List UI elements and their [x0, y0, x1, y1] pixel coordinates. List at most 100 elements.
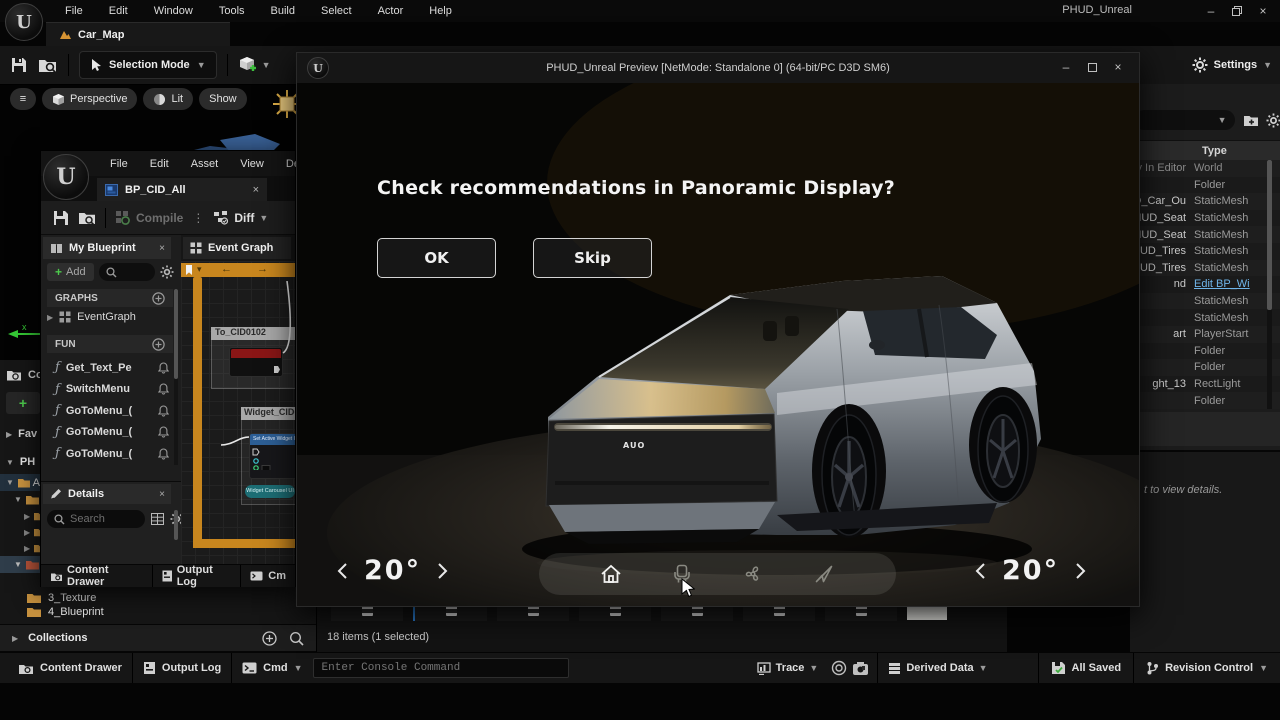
- menu-edit[interactable]: Edit: [96, 5, 141, 17]
- bp-content-drawer-button[interactable]: Content Drawer: [41, 565, 152, 587]
- fan-icon[interactable]: [742, 563, 764, 585]
- preview-minimize-icon[interactable]: –: [1053, 58, 1079, 76]
- outliner-row-edit-link[interactable]: ndEdit BP_Wi: [1130, 276, 1280, 293]
- property-matrix-icon[interactable]: [151, 513, 164, 525]
- ok-button[interactable]: OK: [377, 238, 496, 278]
- save-icon[interactable]: [10, 56, 28, 74]
- menu-build[interactable]: Build: [258, 5, 308, 17]
- panel-close-icon[interactable]: ×: [159, 243, 165, 254]
- function-item[interactable]: ƒ SwitchMenu: [47, 379, 173, 401]
- outliner-row[interactable]: UD_Car_OuStaticMesh: [1130, 193, 1280, 210]
- derived-data-dropdown[interactable]: Derived Data ▼: [878, 662, 997, 675]
- folder-item-blueprint[interactable]: 4_Blueprint: [26, 606, 104, 618]
- diff-dropdown[interactable]: Diff ▼: [213, 210, 268, 225]
- screenshot-icon[interactable]: [852, 661, 869, 676]
- bp-menu-edit[interactable]: Edit: [139, 158, 180, 170]
- add-content-button[interactable]: +: [6, 392, 40, 414]
- folder-item-texture[interactable]: 3_Texture: [26, 592, 96, 604]
- menu-help[interactable]: Help: [416, 5, 465, 17]
- bp-browse-icon[interactable]: [78, 210, 96, 226]
- outliner-row[interactable]: Folder: [1130, 343, 1280, 360]
- revision-control-dropdown[interactable]: Revision Control ▼: [1134, 661, 1280, 675]
- outliner-row[interactable]: HUD_Tires_StaticMesh: [1130, 243, 1280, 260]
- menu-select[interactable]: Select: [308, 5, 365, 17]
- edit-bp-link[interactable]: Edit BP_Wi: [1194, 278, 1250, 290]
- unreal-logo-icon[interactable]: U: [5, 3, 43, 41]
- compile-button[interactable]: Compile: [115, 210, 183, 225]
- outliner-row[interactable]: ght_13RectLight: [1130, 376, 1280, 393]
- bp-output-log-button[interactable]: Output Log: [153, 565, 241, 587]
- cmd-dropdown[interactable]: Cmd ▼: [232, 653, 312, 683]
- tree-folder-row[interactable]: ▼ A: [0, 474, 40, 491]
- add-graph-icon[interactable]: [152, 292, 165, 305]
- preview-viewport[interactable]: AUO Check recommendations in Panoramic D…: [297, 83, 1139, 606]
- outliner-row[interactable]: artPlayerStart: [1130, 326, 1280, 343]
- outliner-scrollbar[interactable]: [1267, 160, 1272, 409]
- show-dropdown[interactable]: Show: [199, 88, 247, 110]
- collections-bar[interactable]: ▶ Collections: [0, 624, 316, 652]
- create-folder-icon[interactable]: [1243, 113, 1259, 127]
- graph-node-set-widget[interactable]: Set Active Widget In: [249, 433, 295, 479]
- tree-folder-row[interactable]: ▶: [0, 524, 40, 540]
- function-item[interactable]: ƒ GoToMenu_(: [47, 400, 173, 422]
- outliner-search-input[interactable]: ▼: [1134, 110, 1235, 130]
- tree-folder-row[interactable]: ▶: [0, 540, 40, 556]
- function-item[interactable]: ƒ GoToMenu_(: [47, 422, 173, 444]
- favorites-item[interactable]: ▶ Fav: [6, 428, 37, 440]
- close-icon[interactable]: ×: [1250, 2, 1276, 20]
- add-collection-icon[interactable]: [262, 631, 277, 646]
- outliner-settings-gear-icon[interactable]: [1266, 113, 1280, 128]
- graph-node-red[interactable]: [229, 347, 283, 377]
- expand-icon[interactable]: ▶: [47, 313, 53, 322]
- temp-down-icon[interactable]: [975, 562, 986, 580]
- function-item[interactable]: ƒ GoToMenu_(: [47, 443, 173, 465]
- outliner-row[interactable]: Folder: [1130, 392, 1280, 409]
- viewport-menu-icon[interactable]: ≡: [10, 88, 36, 110]
- bp-search-input[interactable]: [99, 263, 155, 281]
- preview-title-bar[interactable]: U PHUD_Unreal Preview [NetMode: Standalo…: [297, 53, 1139, 84]
- graph-node-carousel[interactable]: Widget Carousel UI: [245, 485, 295, 498]
- add-function-icon[interactable]: [152, 338, 165, 351]
- outliner-row[interactable]: HUD_Tires_StaticMesh: [1130, 260, 1280, 277]
- bp-add-button[interactable]: + Add: [47, 263, 94, 281]
- skip-button[interactable]: Skip: [533, 238, 652, 278]
- bookmark-icon[interactable]: [185, 265, 193, 275]
- trace-dropdown[interactable]: Trace ▼: [749, 662, 827, 675]
- bp-asset-tab[interactable]: BP_CID_All ×: [97, 178, 267, 201]
- my-blueprint-tab[interactable]: My Blueprint ×: [43, 237, 171, 259]
- browse-content-icon[interactable]: [38, 56, 58, 74]
- home-icon[interactable]: [600, 563, 622, 585]
- outliner-row[interactable]: HUD_Seat_StaticMesh: [1130, 226, 1280, 243]
- tree-folder-row-selected[interactable]: ▼: [0, 556, 40, 573]
- bp-menu-asset[interactable]: Asset: [180, 158, 230, 170]
- menu-window[interactable]: Window: [141, 5, 206, 17]
- menu-file[interactable]: File: [52, 5, 96, 17]
- graphs-section-header[interactable]: GRAPHS: [47, 289, 173, 307]
- outliner-row[interactable]: StaticMesh: [1130, 293, 1280, 310]
- nav-forward-icon[interactable]: →: [257, 263, 268, 275]
- minimize-icon[interactable]: –: [1198, 2, 1224, 20]
- outliner-row[interactable]: Folder: [1130, 177, 1280, 194]
- tab-close-icon[interactable]: ×: [253, 184, 259, 196]
- details-search-input[interactable]: Search: [47, 510, 145, 528]
- temp-up-icon[interactable]: [1075, 562, 1086, 580]
- tree-folder-row[interactable]: ▶: [0, 508, 40, 524]
- bp-menu-view[interactable]: View: [229, 158, 275, 170]
- event-graph-tab[interactable]: Event Graph: [183, 237, 291, 259]
- temp-down-icon[interactable]: [337, 562, 348, 580]
- selection-mode-dropdown[interactable]: Selection Mode ▼: [79, 51, 217, 79]
- event-graph-canvas[interactable]: ▾ ← → To_CID0102 Widget_CID+M Set: [181, 261, 295, 564]
- chevron-down-icon[interactable]: ▾: [197, 264, 202, 275]
- search-collections-icon[interactable]: [289, 631, 304, 646]
- outliner-type-header[interactable]: Type: [1130, 140, 1280, 161]
- console-command-input[interactable]: [313, 658, 569, 678]
- settings-dropdown[interactable]: Settings ▼: [1192, 52, 1272, 78]
- collections-expand-icon[interactable]: ▶: [12, 634, 18, 643]
- bp-menu-file[interactable]: File: [99, 158, 139, 170]
- restore-icon[interactable]: [1224, 2, 1250, 20]
- outliner-row[interactable]: StaticMesh: [1130, 309, 1280, 326]
- temp-up-icon[interactable]: [437, 562, 448, 580]
- preview-close-icon[interactable]: ×: [1105, 58, 1131, 76]
- content-drawer-button[interactable]: Content Drawer: [8, 653, 132, 683]
- tree-folder-row[interactable]: ▼: [0, 491, 40, 508]
